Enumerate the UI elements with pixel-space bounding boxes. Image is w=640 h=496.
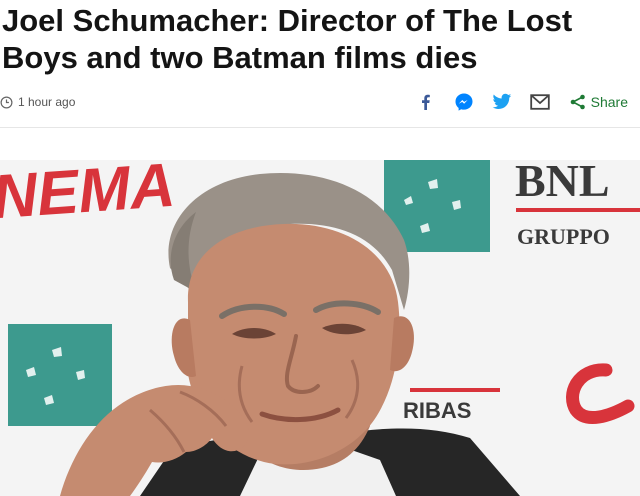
facebook-icon[interactable] (414, 90, 438, 114)
backdrop-text-gruppo: GRUPPO (517, 224, 610, 249)
article-photo: NEMA BNL GRUPPO RIBAS (0, 160, 640, 496)
share-label: Share (590, 94, 628, 110)
article-headline: Joel Schumacher: Director of The Lost Bo… (2, 3, 573, 75)
messenger-icon[interactable] (452, 90, 476, 114)
backdrop-text-ribas: RIBAS (403, 398, 471, 423)
share-button[interactable]: Share (570, 94, 628, 110)
share-icon (570, 94, 585, 110)
share-bar: Share (400, 90, 628, 114)
backdrop-text-bnl: BNL (515, 160, 610, 206)
bnp-logo-left (8, 324, 112, 426)
photo-illustration: NEMA BNL GRUPPO RIBAS (0, 160, 640, 496)
twitter-icon[interactable] (490, 90, 514, 114)
article-meta: 1 hour ago Share (0, 88, 640, 116)
timestamp-text: 1 hour ago (18, 95, 76, 109)
email-icon[interactable] (528, 90, 552, 114)
divider (0, 127, 640, 128)
timestamp: 1 hour ago (0, 93, 75, 111)
clock-icon (0, 96, 13, 108)
